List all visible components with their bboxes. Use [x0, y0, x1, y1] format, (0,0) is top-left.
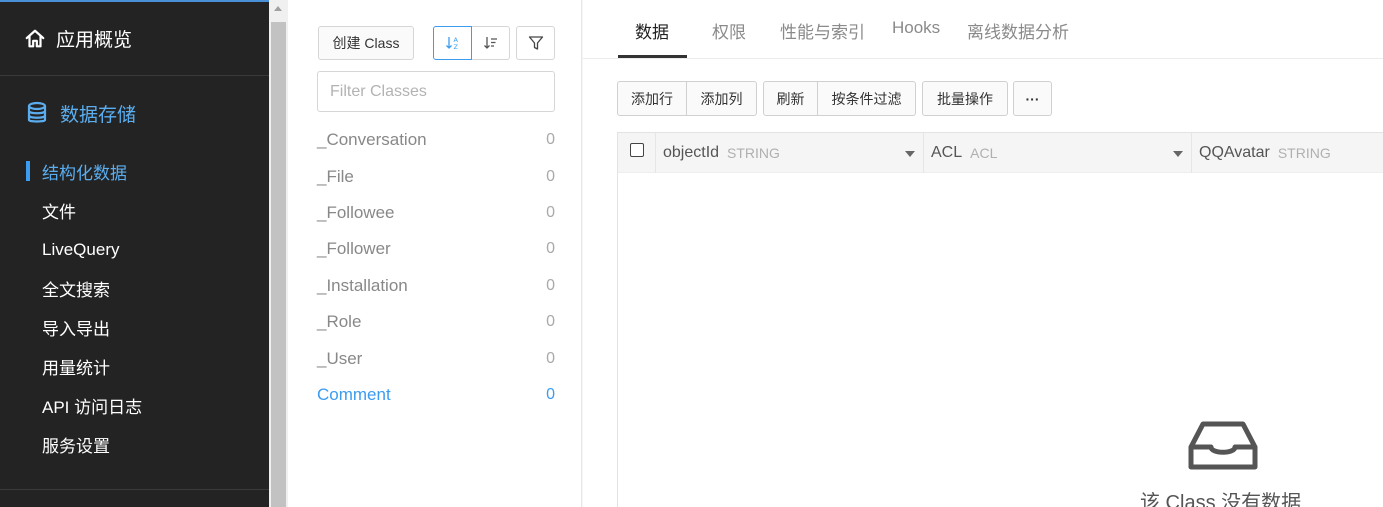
sidebar-item-import-export[interactable]: 导入导出 — [0, 308, 269, 347]
sort-count-button[interactable] — [472, 26, 510, 60]
class-count: 0 — [546, 349, 555, 367]
class-count: 0 — [546, 240, 555, 258]
sort-alpha-button[interactable]: A Z — [433, 26, 472, 60]
class-item-role[interactable]: _Role 0 — [317, 304, 555, 340]
select-all-checkbox[interactable] — [630, 143, 644, 157]
class-item-follower[interactable]: _Follower 0 — [317, 231, 555, 267]
class-name: _User — [317, 348, 363, 368]
class-name: _Conversation — [317, 130, 427, 150]
app-overview-label: 应用概览 — [56, 30, 133, 51]
column-type: STRING — [1277, 145, 1331, 161]
caret-down-icon[interactable] — [1173, 151, 1183, 157]
filter-classes-input[interactable] — [317, 71, 555, 112]
class-count: 0 — [546, 203, 555, 221]
sidebar-scrollbar[interactable] — [269, 0, 288, 507]
scroll-up-arrow[interactable] — [274, 6, 282, 11]
class-name: _Followee — [317, 202, 395, 222]
main-content: 数据 权限 性能与索引 Hooks 离线数据分析 添加行 添加列 刷新 按条件过… — [583, 0, 1383, 507]
class-name: _File — [317, 166, 354, 186]
class-name: _Role — [317, 312, 362, 332]
filter-by-condition-button[interactable]: 按条件过滤 — [817, 81, 916, 116]
sidebar-item-structured-data[interactable]: 结构化数据 — [0, 152, 269, 191]
sidebar-item-fulltext-search[interactable]: 全文搜索 — [0, 269, 269, 308]
tab-performance-index[interactable]: 性能与索引 — [780, 18, 865, 43]
class-count: 0 — [546, 276, 555, 294]
sort-lines-icon — [483, 37, 497, 49]
tab-data[interactable]: 数据 — [635, 18, 669, 43]
class-item-conversation[interactable]: _Conversation 0 — [317, 122, 555, 158]
sort-alpha-icon: A Z — [445, 36, 458, 51]
grid-header: objectId STRING ACL ACL QQAvatar STRING — [618, 133, 1383, 173]
tab-hooks[interactable]: Hooks — [892, 18, 940, 38]
sidebar-item-files[interactable]: 文件 — [0, 191, 269, 230]
class-name: Comment — [317, 384, 391, 404]
sidebar: 应用概览 数据存储 结构化数据 文件 LiveQuery 全文搜索 导入导出 用… — [0, 0, 269, 507]
class-count: 0 — [546, 385, 555, 403]
create-class-button[interactable]: 创建 Class — [318, 26, 414, 60]
class-count: 0 — [546, 167, 555, 185]
sidebar-item-api-logs[interactable]: API 访问日志 — [0, 386, 269, 425]
tab-bar: 数据 权限 性能与索引 Hooks 离线数据分析 — [583, 0, 1383, 59]
column-header-qqavatar[interactable]: QQAvatar STRING — [1191, 133, 1383, 173]
database-icon — [27, 101, 47, 123]
batch-operations-button[interactable]: 批量操作 — [922, 81, 1008, 116]
data-storage-section[interactable]: 数据存储 — [0, 76, 269, 150]
column-type: ACL — [970, 145, 998, 161]
class-panel: 创建 Class A Z _Conversation 0 _File 0 _Foll… — [288, 0, 582, 507]
class-item-followee[interactable]: _Followee 0 — [317, 195, 555, 231]
class-count: 0 — [546, 131, 555, 149]
sidebar-menu: 结构化数据 文件 LiveQuery 全文搜索 导入导出 用量统计 API 访问… — [0, 150, 269, 464]
class-count: 0 — [546, 313, 555, 331]
class-name: _Installation — [317, 275, 408, 295]
column-name: QQAvatar — [1199, 144, 1270, 161]
data-storage-label: 数据存储 — [60, 104, 137, 126]
column-name: objectId — [663, 144, 720, 161]
class-item-user[interactable]: _User 0 — [317, 340, 555, 376]
svg-text:Z: Z — [453, 43, 458, 51]
refresh-button[interactable]: 刷新 — [763, 81, 818, 116]
sort-button-group: A Z — [433, 26, 510, 60]
sidebar-item-service-settings[interactable]: 服务设置 — [0, 425, 269, 464]
empty-state-message: 该 Class 没有数据 — [1140, 492, 1302, 507]
class-item-comment[interactable]: Comment 0 — [317, 377, 555, 413]
tab-permissions[interactable]: 权限 — [712, 18, 746, 43]
home-icon — [25, 29, 45, 47]
scrollbar-thumb[interactable] — [271, 22, 286, 507]
caret-down-icon[interactable] — [905, 151, 915, 157]
column-header-objectid[interactable]: objectId STRING — [655, 133, 923, 173]
column-type: STRING — [727, 145, 780, 161]
empty-inbox-icon — [1188, 421, 1258, 470]
filter-classes-button[interactable] — [516, 26, 555, 60]
sidebar-item-livequery[interactable]: LiveQuery — [0, 230, 269, 269]
column-header-acl[interactable]: ACL ACL — [923, 133, 1191, 173]
add-row-button[interactable]: 添加行 — [617, 81, 687, 116]
funnel-icon — [528, 36, 543, 50]
class-item-file[interactable]: _File 0 — [317, 158, 555, 194]
class-item-installation[interactable]: _Installation 0 — [317, 268, 555, 304]
more-actions-button[interactable]: ··· — [1013, 81, 1052, 116]
column-name: ACL — [931, 144, 963, 161]
class-name: _Follower — [317, 239, 391, 259]
data-grid: objectId STRING ACL ACL QQAvatar STRING — [617, 132, 1383, 507]
active-tab-indicator — [618, 55, 687, 58]
sidebar-divider — [0, 489, 269, 490]
add-column-button[interactable]: 添加列 — [686, 81, 757, 116]
sidebar-item-usage-stats[interactable]: 用量统计 — [0, 347, 269, 386]
tab-offline-analysis[interactable]: 离线数据分析 — [967, 18, 1069, 43]
class-list: _Conversation 0 _File 0 _Followee 0 _Follow… — [317, 122, 555, 413]
app-overview-link[interactable]: 应用概览 — [0, 2, 269, 76]
